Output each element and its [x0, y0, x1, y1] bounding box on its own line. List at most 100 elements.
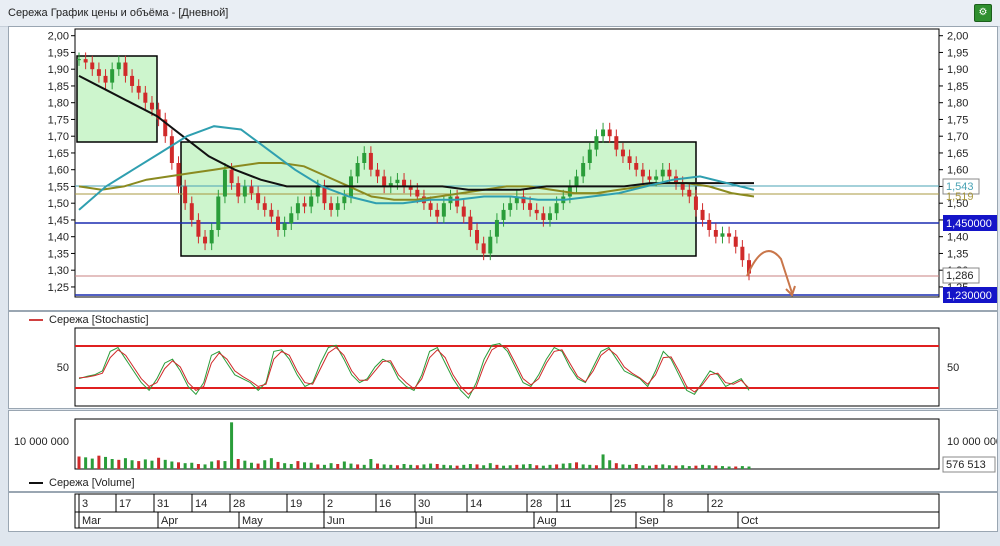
volume-chart[interactable]: 10 000 000 10 000 000 576 513 — [9, 411, 997, 491]
volume-bar — [177, 462, 181, 469]
chart-settings-icon[interactable]: ⚙ — [974, 4, 992, 22]
volume-bar — [389, 464, 393, 469]
date-day-label: 17 — [119, 498, 131, 510]
price-y-tick-label-right: 1,40 — [947, 232, 968, 244]
price-y-tick-label-right: 1,65 — [947, 148, 968, 160]
candle-body — [574, 176, 579, 187]
volume-bar — [488, 463, 492, 469]
date-month-label: Jul — [419, 515, 433, 527]
volume-bar — [130, 460, 134, 469]
price-y-tick-label-right: 1,90 — [947, 64, 968, 76]
candle-body — [501, 209, 506, 220]
volume-bar — [296, 461, 300, 469]
date-day-label: 25 — [614, 498, 626, 510]
volume-bar — [309, 462, 313, 469]
volume-bar — [608, 460, 612, 469]
candle-body — [382, 176, 387, 187]
price-panel: 2,00 1,95 1,90 1,85 1,80 1,75 1,70 1,65 1,60 1,55… — [8, 26, 998, 311]
candle-body — [461, 206, 466, 217]
candle-body — [700, 209, 705, 220]
date-day-label: 8 — [667, 498, 673, 510]
window-title: Сережа График цены и объёма - [Дневной] — [8, 7, 229, 19]
volume-bar — [90, 458, 94, 469]
candle-body — [149, 102, 154, 110]
volume-bar — [216, 460, 220, 469]
price-chart[interactable]: 2,00 1,95 1,90 1,85 1,80 1,75 1,70 1,65 1,60 1,55… — [9, 27, 997, 310]
volume-bar — [382, 464, 386, 469]
volume-bar — [415, 465, 419, 469]
candle-body — [614, 136, 619, 150]
candle-body — [601, 129, 606, 137]
volume-bar — [170, 461, 174, 469]
volume-bar — [720, 466, 724, 469]
date-month-label: Apr — [161, 515, 178, 527]
volume-bar — [701, 464, 705, 469]
volume-bar — [455, 465, 459, 469]
candle-body — [713, 230, 718, 237]
level-label-lower: 1,230000 — [946, 290, 992, 302]
candle-body — [249, 186, 254, 194]
volume-bar — [243, 460, 247, 469]
candle-body — [169, 136, 174, 163]
candle-body — [620, 149, 625, 157]
volume-bar — [249, 462, 253, 469]
date-day-label: 14 — [470, 498, 482, 510]
volume-bar — [707, 465, 711, 469]
volume-bar — [435, 464, 439, 469]
volume-bar — [614, 463, 618, 469]
volume-bar — [575, 462, 579, 469]
date-day-label: 16 — [379, 498, 391, 510]
date-month-label: Mar — [82, 515, 101, 527]
volume-bar — [77, 456, 81, 469]
candle-body — [295, 203, 300, 214]
candle-body — [103, 75, 108, 83]
volume-bar — [230, 422, 234, 469]
volume-bar — [555, 464, 559, 469]
volume-bar — [402, 464, 406, 469]
stochastic-tick-right: 50 — [947, 362, 959, 374]
stochastic-chart[interactable]: 50 50 — [9, 312, 997, 408]
candle-body — [130, 75, 135, 86]
price-y-tick-label-left: 1,90 — [48, 64, 69, 76]
candle-body — [209, 230, 214, 244]
candle-body — [534, 209, 539, 214]
candle-body — [375, 169, 380, 177]
volume-legend: Сережа [Volume] — [29, 477, 135, 489]
date-day-label: 2 — [327, 498, 333, 510]
candle-body — [634, 163, 639, 170]
candle-body — [667, 169, 672, 177]
candle-body — [242, 186, 247, 197]
candle-body — [222, 169, 227, 197]
candle-body — [587, 149, 592, 163]
price-y-tick-label-left: 1,50 — [48, 198, 69, 210]
volume-bar — [727, 466, 731, 469]
candle-body — [256, 193, 261, 204]
date-month-label: Sep — [639, 515, 659, 527]
candle-body — [627, 156, 632, 163]
candle-body — [262, 203, 267, 210]
volume-bar — [150, 460, 154, 469]
volume-bar — [283, 463, 287, 469]
level-label-ma2: 1,519 — [946, 191, 974, 203]
candle-body — [368, 152, 373, 170]
date-month-label: Oct — [741, 515, 758, 527]
price-y-tick-label-left: 1,30 — [48, 265, 69, 277]
date-axis[interactable]: 3 17 31 14 28 19 2 16 30 14 28 11 25 8 22 Mar Apr May Jun… — [9, 493, 997, 531]
volume-bar — [634, 464, 638, 469]
price-y-tick-label-right: 1,75 — [947, 114, 968, 126]
volume-bar — [362, 464, 366, 469]
volume-bar — [687, 466, 691, 469]
candle-body — [335, 203, 340, 210]
stochastic-plot-frame — [74, 327, 940, 407]
volume-bar — [97, 455, 101, 469]
volume-bar — [674, 465, 678, 469]
volume-bar — [641, 465, 645, 469]
volume-bar — [376, 463, 380, 469]
volume-bar — [681, 465, 685, 469]
volume-bar — [588, 464, 592, 469]
volume-bar — [601, 454, 605, 469]
candle-body — [607, 129, 612, 137]
price-y-tick-label-left: 1,35 — [48, 248, 69, 260]
candle-body — [143, 92, 148, 103]
volume-bar — [276, 461, 280, 469]
